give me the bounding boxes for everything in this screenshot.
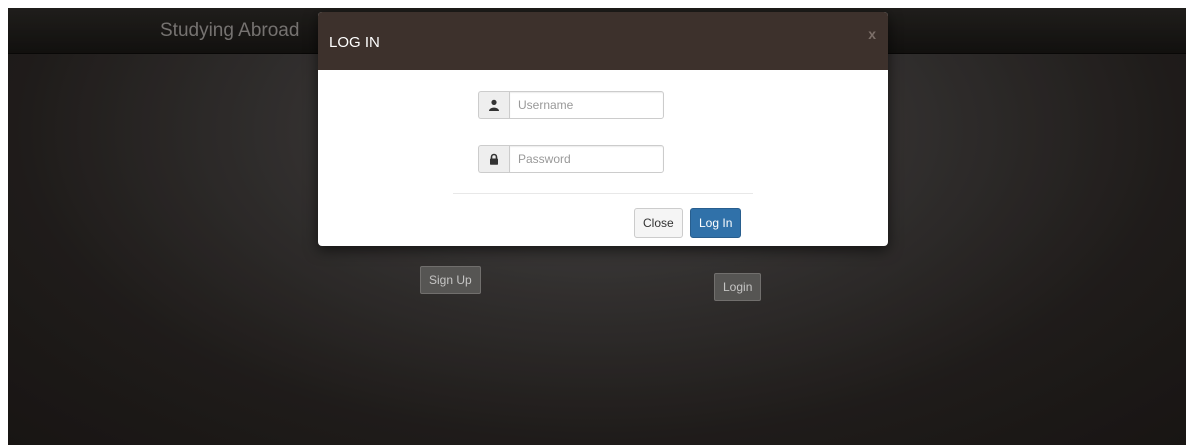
modal-close-icon[interactable]: x <box>868 26 876 42</box>
log-in-button[interactable]: Log In <box>690 208 742 238</box>
page-background: Studying Abroad Sign Up Login LOG IN x U… <box>8 8 1186 445</box>
password-group <box>478 145 664 173</box>
password-input[interactable] <box>509 145 664 173</box>
user-icon <box>478 91 509 119</box>
modal-title: LOG IN <box>329 34 380 51</box>
username-group <box>478 91 664 119</box>
username-input[interactable] <box>509 91 664 119</box>
modal-divider <box>453 193 753 194</box>
close-button[interactable]: Close <box>634 208 683 238</box>
modal-header: LOG IN x <box>318 12 888 70</box>
lock-icon <box>478 145 509 173</box>
login-modal: LOG IN x Close Log In <box>318 12 888 246</box>
